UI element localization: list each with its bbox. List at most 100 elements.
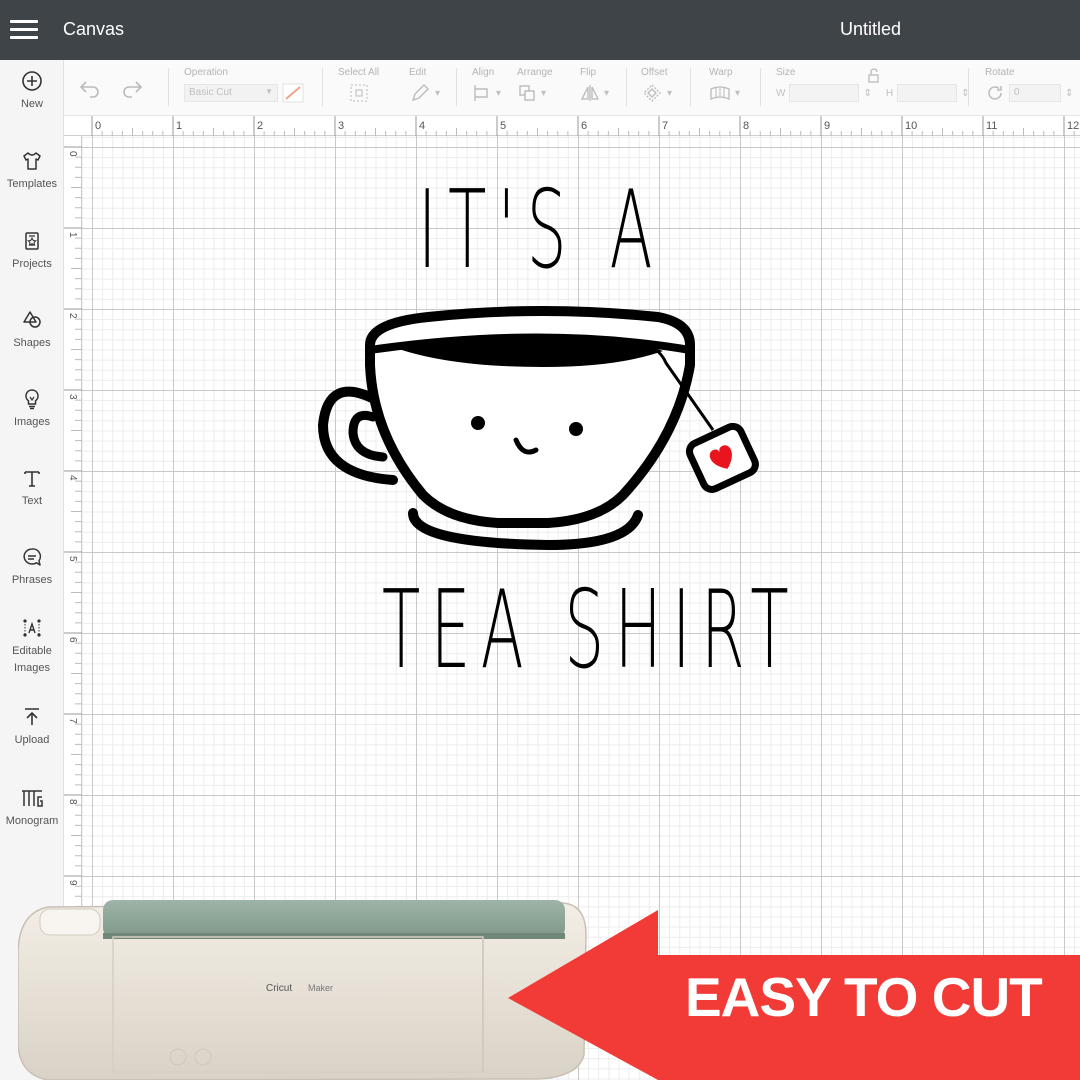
lock-icon[interactable] bbox=[866, 68, 882, 84]
warp-icon bbox=[710, 86, 730, 100]
height-label: H bbox=[885, 87, 894, 99]
monogram-icon bbox=[22, 790, 43, 807]
flip-label: Flip bbox=[580, 67, 597, 78]
pencil-icon bbox=[411, 84, 429, 102]
sidebar-item-new[interactable]: New bbox=[0, 70, 64, 113]
operation-select[interactable]: Basic Cut ▼ bbox=[184, 84, 278, 102]
ruler-tick-label: 2 bbox=[67, 313, 78, 319]
projects-icon bbox=[25, 232, 39, 250]
toolbar-separator bbox=[968, 68, 969, 106]
align-group[interactable]: Align ▾ bbox=[472, 67, 501, 103]
sidebar-item-monogram[interactable]: Monogram bbox=[0, 787, 64, 830]
toolbar-separator bbox=[760, 68, 761, 106]
height-input[interactable] bbox=[897, 84, 958, 102]
width-input[interactable] bbox=[789, 84, 860, 102]
sidebar-item-phrases[interactable]: Phrases bbox=[0, 546, 64, 589]
ruler-tick-label: 8 bbox=[743, 120, 749, 132]
chevron-down-icon: ▾ bbox=[496, 87, 502, 99]
operation-group: Operation Basic Cut ▼ bbox=[184, 67, 304, 103]
offset-group[interactable]: Offset ▾ bbox=[641, 67, 672, 103]
horizontal-ruler: 0 1 2 3 4 5 6 7 8 9 10 11 12 bbox=[64, 116, 1080, 136]
plus-circle-icon bbox=[22, 71, 42, 91]
ruler-tick-label: 10 bbox=[905, 120, 917, 132]
sidebar-item-shapes[interactable]: Shapes bbox=[0, 309, 64, 352]
tshirt-icon bbox=[23, 152, 41, 170]
linetype-color-swatch[interactable] bbox=[282, 83, 304, 103]
rotate-input[interactable]: 0 bbox=[1009, 84, 1061, 102]
rotate-value: 0 bbox=[1014, 87, 1020, 98]
sidebar-item-label: Projects bbox=[12, 258, 52, 270]
flip-group[interactable]: Flip ▾ bbox=[580, 67, 609, 103]
chevron-down-icon: ▼ bbox=[265, 87, 273, 96]
lightbulb-icon bbox=[25, 389, 39, 410]
app-title: Canvas bbox=[63, 19, 125, 39]
machine-model: Maker bbox=[308, 983, 333, 993]
shapes-icon bbox=[23, 311, 41, 328]
select-all-group[interactable]: Select All bbox=[338, 67, 379, 103]
cricut-machine-image: Cricut Maker bbox=[18, 900, 587, 1080]
toolbar-separator bbox=[690, 68, 691, 106]
rotate-icon bbox=[988, 86, 1002, 100]
text-icon bbox=[24, 471, 40, 487]
width-label: W bbox=[776, 87, 786, 99]
offset-label: Offset bbox=[641, 67, 668, 78]
design-text-line1[interactable]: IT'S A bbox=[418, 168, 664, 293]
sidebar-item-label: Monogram bbox=[5, 815, 59, 827]
stepper-icon[interactable]: ⇕ bbox=[1065, 88, 1073, 99]
undo-icon[interactable] bbox=[78, 78, 102, 98]
ruler-tick-label: 6 bbox=[67, 637, 78, 643]
ruler-tick-label: 2 bbox=[257, 120, 263, 132]
select-all-icon bbox=[350, 84, 368, 102]
chevron-down-icon: ▾ bbox=[667, 87, 673, 99]
ruler-tick-label: 5 bbox=[67, 556, 78, 562]
sidebar-item-images[interactable]: Images bbox=[0, 388, 64, 431]
edit-group[interactable]: Edit ▾ bbox=[409, 67, 440, 103]
sidebar-item-label: New bbox=[20, 98, 43, 110]
ruler-tick-label: 4 bbox=[419, 120, 425, 132]
ruler-tick-label: 5 bbox=[500, 120, 506, 132]
ruler-tick-label: 8 bbox=[67, 799, 78, 805]
rotate-label: Rotate bbox=[985, 67, 1015, 78]
operation-value: Basic Cut bbox=[189, 87, 232, 98]
sidebar-item-label: Templates bbox=[6, 178, 58, 190]
sidebar-item-templates[interactable]: Templates bbox=[0, 150, 64, 193]
ruler-tick-label: 9 bbox=[824, 120, 830, 132]
rotate-group: Rotate 0 ⇕ bbox=[985, 67, 1073, 103]
offset-icon bbox=[643, 84, 661, 102]
editable-images-icon bbox=[23, 619, 41, 637]
ruler-tick-label: 1 bbox=[67, 232, 78, 238]
arrange-icon bbox=[519, 85, 535, 101]
sidebar-item-upload[interactable]: Upload bbox=[0, 706, 64, 749]
ruler-tick-label: 6 bbox=[581, 120, 587, 132]
toolbar-separator bbox=[456, 68, 457, 106]
arrange-label: Arrange bbox=[517, 67, 553, 78]
toolbar-separator bbox=[322, 68, 323, 106]
undo-redo bbox=[78, 78, 144, 103]
chevron-down-icon: ▾ bbox=[541, 87, 547, 99]
sidebar-item-projects[interactable]: Projects bbox=[0, 230, 64, 273]
teacup-graphic[interactable] bbox=[318, 305, 768, 555]
ruler-tick-label: 3 bbox=[338, 120, 344, 132]
sidebar-item-label: Text bbox=[21, 495, 43, 507]
document-title[interactable]: Untitled bbox=[840, 19, 901, 40]
ruler-tick-label: 12 bbox=[1067, 120, 1079, 132]
toolbar-separator bbox=[626, 68, 627, 106]
edit-label: Edit bbox=[409, 67, 427, 78]
operation-label: Operation bbox=[184, 67, 228, 78]
chevron-down-icon: ▾ bbox=[435, 87, 441, 99]
arrange-group[interactable]: Arrange ▾ bbox=[517, 67, 553, 103]
edit-toolbar: Operation Basic Cut ▼ Select All Edit ▾ A… bbox=[64, 60, 1080, 116]
speech-bubble-icon bbox=[23, 548, 42, 566]
ruler-tick-label: 11 bbox=[986, 120, 997, 132]
chevron-down-icon: ▾ bbox=[604, 87, 610, 99]
sidebar-item-label: Editable Images bbox=[12, 645, 52, 674]
warp-label: Warp bbox=[709, 67, 733, 78]
design-text-line2[interactable]: TEA SHIRT bbox=[382, 568, 799, 693]
redo-icon[interactable] bbox=[120, 78, 144, 98]
sidebar-item-editable-images[interactable]: Editable Images bbox=[0, 617, 64, 677]
stepper-icon[interactable]: ⇕ bbox=[863, 88, 871, 99]
sidebar-item-text[interactable]: Text bbox=[0, 467, 64, 510]
ruler-tick-label: 9 bbox=[67, 880, 78, 886]
warp-group[interactable]: Warp ▾ bbox=[709, 67, 740, 103]
menu-icon[interactable] bbox=[10, 20, 38, 40]
